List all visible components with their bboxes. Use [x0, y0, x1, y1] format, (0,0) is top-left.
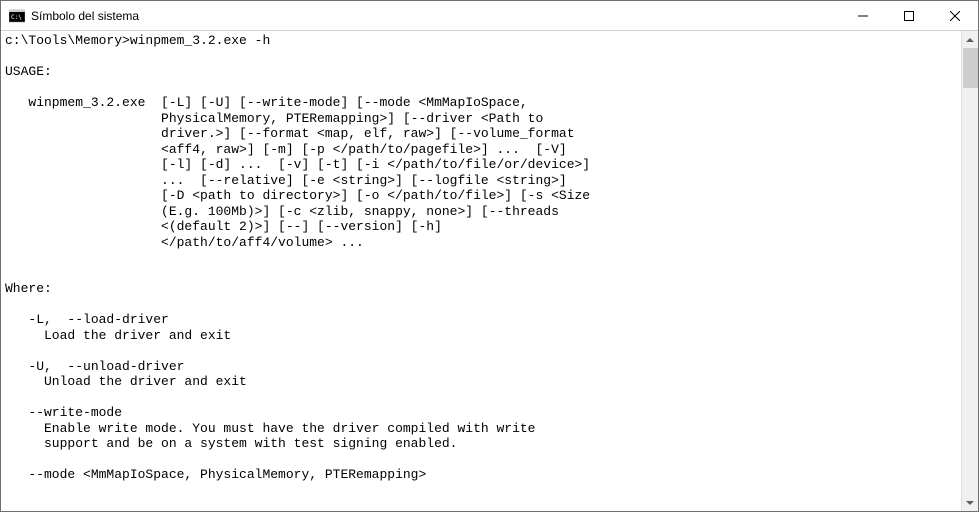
- command: winpmem_3.2.exe -h: [130, 33, 270, 48]
- usage-line: </path/to/aff4/volume> ...: [5, 235, 364, 250]
- usage-line: ... [--relative] [-e <string>] [--logfil…: [5, 173, 567, 188]
- option-desc: Load the driver and exit: [5, 328, 231, 343]
- scroll-down-arrow-icon[interactable]: [962, 494, 978, 511]
- option-desc: support and be on a system with test sig…: [5, 436, 457, 451]
- minimize-button[interactable]: [840, 1, 886, 30]
- usage-line: <(default 2)>] [--] [--version] [-h]: [5, 219, 442, 234]
- usage-line: (E.g. 100Mb)>] [-c <zlib, snappy, none>]…: [5, 204, 559, 219]
- vertical-scrollbar[interactable]: [961, 31, 978, 511]
- terminal-window: C:\ Símbolo del sistema c:\Tools\Memory>…: [0, 0, 979, 512]
- maximize-button[interactable]: [886, 1, 932, 30]
- usage-line: winpmem_3.2.exe [-L] [-U] [--write-mode]…: [5, 95, 528, 110]
- usage-line: [-D <path to directory>] [-o </path/to/f…: [5, 188, 590, 203]
- scroll-up-arrow-icon[interactable]: [962, 31, 978, 48]
- usage-line: [-l] [-d] ... [-v] [-t] [-i </path/to/fi…: [5, 157, 590, 172]
- titlebar[interactable]: C:\ Símbolo del sistema: [1, 1, 978, 31]
- option-name: --write-mode: [5, 405, 122, 420]
- terminal-output[interactable]: c:\Tools\Memory>winpmem_3.2.exe -h USAGE…: [1, 31, 961, 511]
- scroll-thumb[interactable]: [963, 48, 978, 88]
- option-name: -L, --load-driver: [5, 312, 169, 327]
- usage-line: driver.>] [--format <map, elf, raw>] [--…: [5, 126, 575, 141]
- content-area: c:\Tools\Memory>winpmem_3.2.exe -h USAGE…: [1, 31, 978, 511]
- option-name: --mode <MmMapIoSpace, PhysicalMemory, PT…: [5, 467, 426, 482]
- window-controls: [840, 1, 978, 30]
- usage-line: <aff4, raw>] [-m] [-p </path/to/pagefile…: [5, 142, 567, 157]
- prompt: c:\Tools\Memory>: [5, 33, 130, 48]
- cmd-icon: C:\: [9, 8, 25, 24]
- window-title: Símbolo del sistema: [31, 9, 139, 23]
- usage-line: PhysicalMemory, PTERemapping>] [--driver…: [5, 111, 543, 126]
- where-header: Where:: [5, 281, 52, 296]
- option-desc: Enable write mode. You must have the dri…: [5, 421, 536, 436]
- close-button[interactable]: [932, 1, 978, 30]
- option-desc: Unload the driver and exit: [5, 374, 247, 389]
- option-name: -U, --unload-driver: [5, 359, 184, 374]
- usage-header: USAGE:: [5, 64, 52, 79]
- svg-text:C:\: C:\: [11, 14, 22, 21]
